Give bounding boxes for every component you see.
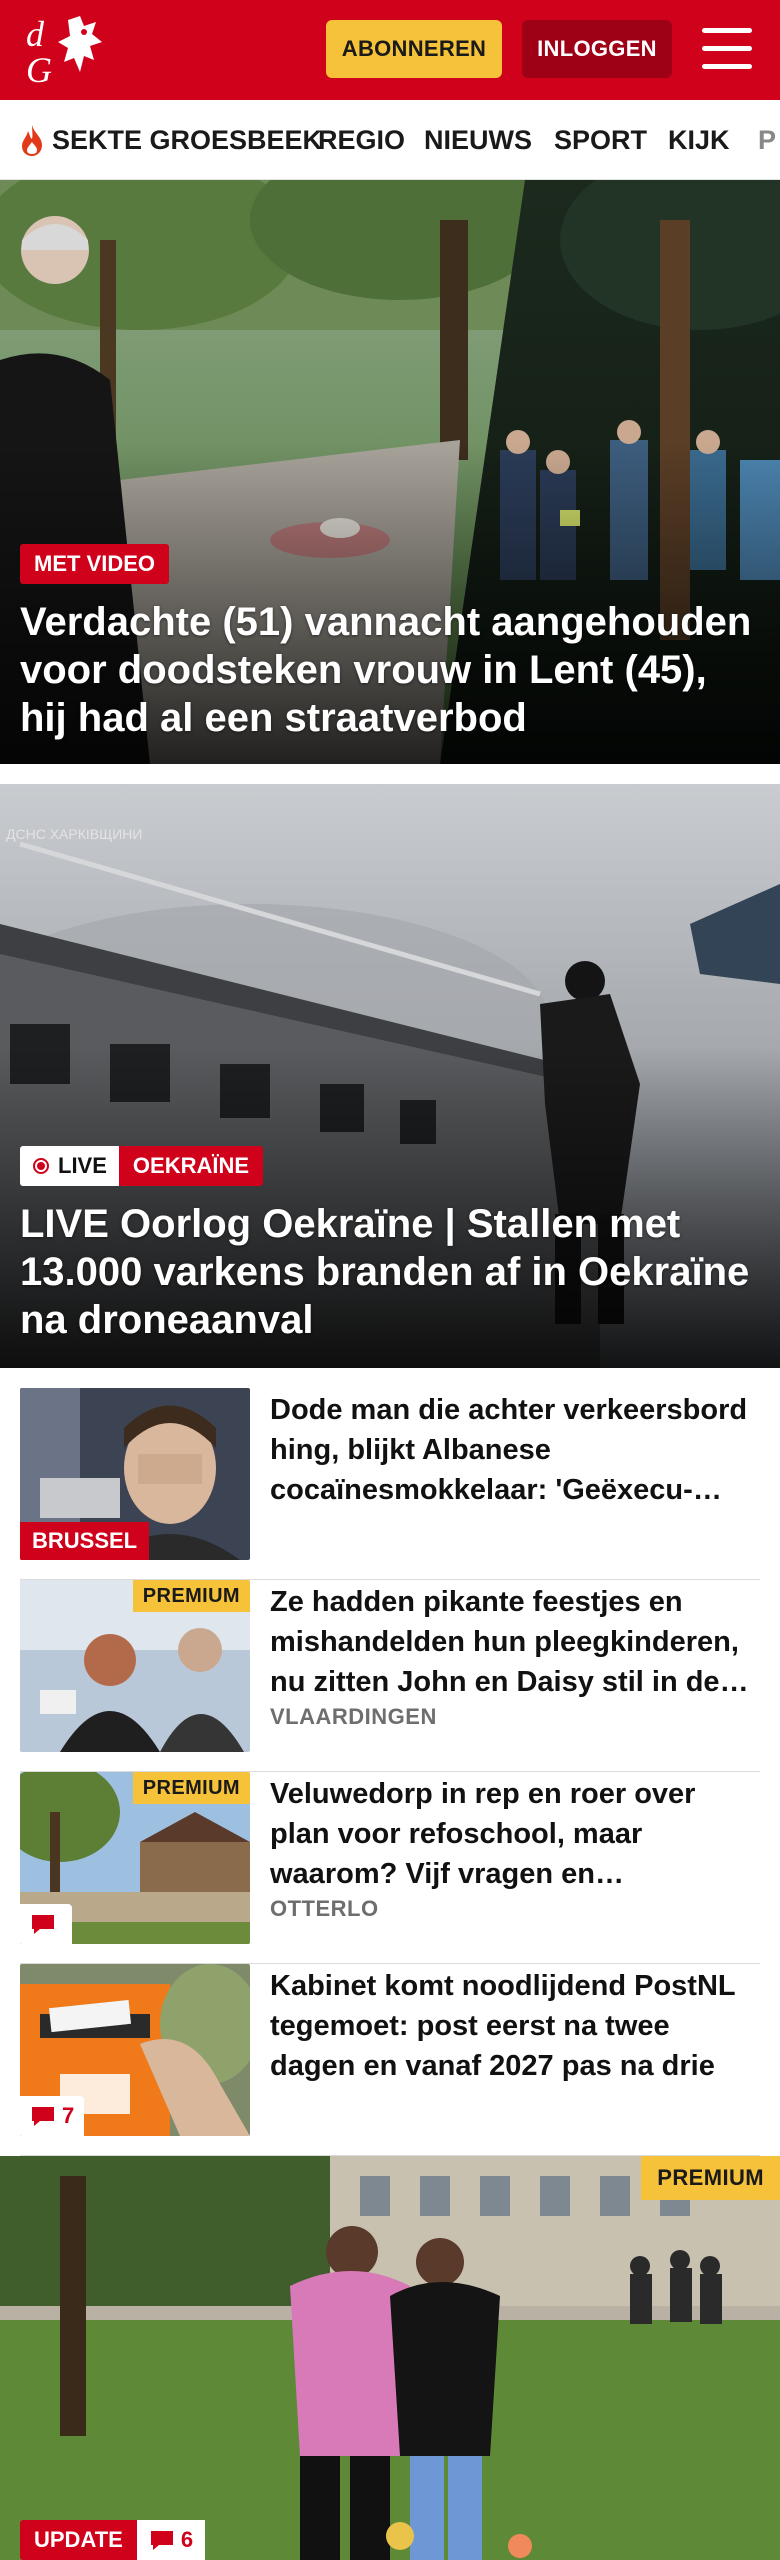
article-location: OTTERLO — [270, 1896, 379, 1921]
region-badge: BRUSSEL — [20, 1522, 150, 1560]
comment-badge — [20, 1904, 72, 1944]
premium-badge: PREMIUM — [132, 1772, 250, 1804]
article-thumbnail: 7 — [20, 1964, 250, 2136]
nav-item-nieuws[interactable]: NIEUWS — [424, 100, 532, 179]
comment-count: 7 — [62, 2103, 75, 2128]
article-item-brussel[interactable]: BRUSSEL Dode man die achter verkeers­bor… — [20, 1388, 760, 1580]
hero-image-memorial — [0, 2156, 780, 2560]
nav-label: SEKTE GROESBEEK — [52, 124, 323, 155]
nav-item-regio[interactable]: REGIO — [318, 100, 406, 179]
nav-label: SPORT — [554, 124, 648, 155]
article-title: Veluwedorp in rep en roer over plan voor… — [270, 1778, 696, 1890]
svg-text:G: G — [26, 50, 52, 88]
article-item-postnl[interactable]: 7 Kabinet komt noodlijdend PostNL tegemo… — [20, 1964, 760, 2156]
hero-article-oekraine[interactable]: ДСНС ХАРКІВЩИНИ LIVE OEKRAÏNE LIVE Oorlo… — [0, 784, 780, 1368]
category-badge: OEKRAÏNE — [118, 1146, 264, 1186]
nav-item-kijk[interactable]: KIJK — [668, 100, 730, 179]
hero-article-memorial[interactable]: PREMIUM UPDATE 6 — [0, 2156, 780, 2560]
menu-icon[interactable] — [702, 28, 752, 70]
comment-icon — [32, 2107, 54, 2126]
svg-text:d: d — [26, 14, 45, 54]
comment-badge: 6 — [136, 2520, 206, 2560]
nav-item-partial[interactable]: P — [758, 100, 777, 179]
nav-item-sport[interactable]: SPORT — [554, 100, 648, 179]
live-dot-icon — [33, 1158, 49, 1174]
article-title: Dode man die achter verkeers­bord hing, … — [270, 1394, 748, 1506]
image-watermark: ДСНС ХАРКІВЩИНИ — [6, 826, 143, 842]
premium-badge: PREMIUM — [641, 2156, 780, 2200]
article-item-otterlo[interactable]: PREMIUM Veluwedorp in rep en roer over p… — [20, 1772, 760, 1964]
hero-title: LIVE Oorlog Oekraïne | Stallen met 13.00… — [20, 1202, 750, 1342]
comment-icon — [32, 1915, 54, 1934]
comment-icon — [150, 2531, 173, 2550]
article-thumbnail: PREMIUM — [20, 1580, 250, 1752]
premium-badge: PREMIUM — [132, 1580, 250, 1612]
flame-icon — [22, 125, 42, 156]
login-button[interactable]: INLOGGEN — [522, 20, 672, 78]
nav-label: KIJK — [668, 124, 730, 155]
article-location: VLAARDINGEN — [270, 1704, 437, 1729]
article-thumbnail: PREMIUM — [20, 1772, 250, 1944]
hero-title: Verdachte (51) vannacht aangehouden voor… — [20, 600, 752, 740]
nav-item-sekte-groesbeek[interactable]: SEKTE GROESBEEK — [18, 100, 323, 179]
comment-count: 6 — [180, 2527, 194, 2552]
hero-article-lent[interactable]: MET VIDEO Verdachte (51) vannacht aangeh… — [0, 180, 780, 764]
article-thumbnail: BRUSSEL — [20, 1388, 250, 1560]
dg-logo[interactable]: d G — [22, 12, 118, 88]
subscribe-button[interactable]: ABONNEREN — [326, 20, 502, 78]
live-badge: LIVE — [20, 1146, 119, 1186]
article-title: Ze hadden pikante feestjes en mishandeld… — [270, 1586, 739, 1698]
article-item-vlaardingen[interactable]: PREMIUM Ze hadden pikante feestjes en mi… — [20, 1580, 760, 1772]
update-badge: UPDATE — [20, 2520, 137, 2560]
nav-label: P — [758, 124, 777, 155]
video-badge: MET VIDEO — [20, 544, 170, 584]
category-nav: SEKTE GROESBEEK REGIO NIEUWS SPORT KIJK … — [0, 100, 780, 180]
comment-badge: 7 — [20, 2096, 85, 2136]
article-title: Kabinet komt noodlijdend PostNL tegemoet… — [270, 1970, 736, 2082]
live-label: LIVE — [58, 1153, 107, 1178]
site-header: d G ABONNEREN INLOGGEN — [0, 0, 780, 100]
nav-label: NIEUWS — [424, 124, 532, 155]
nav-label: REGIO — [318, 124, 406, 155]
